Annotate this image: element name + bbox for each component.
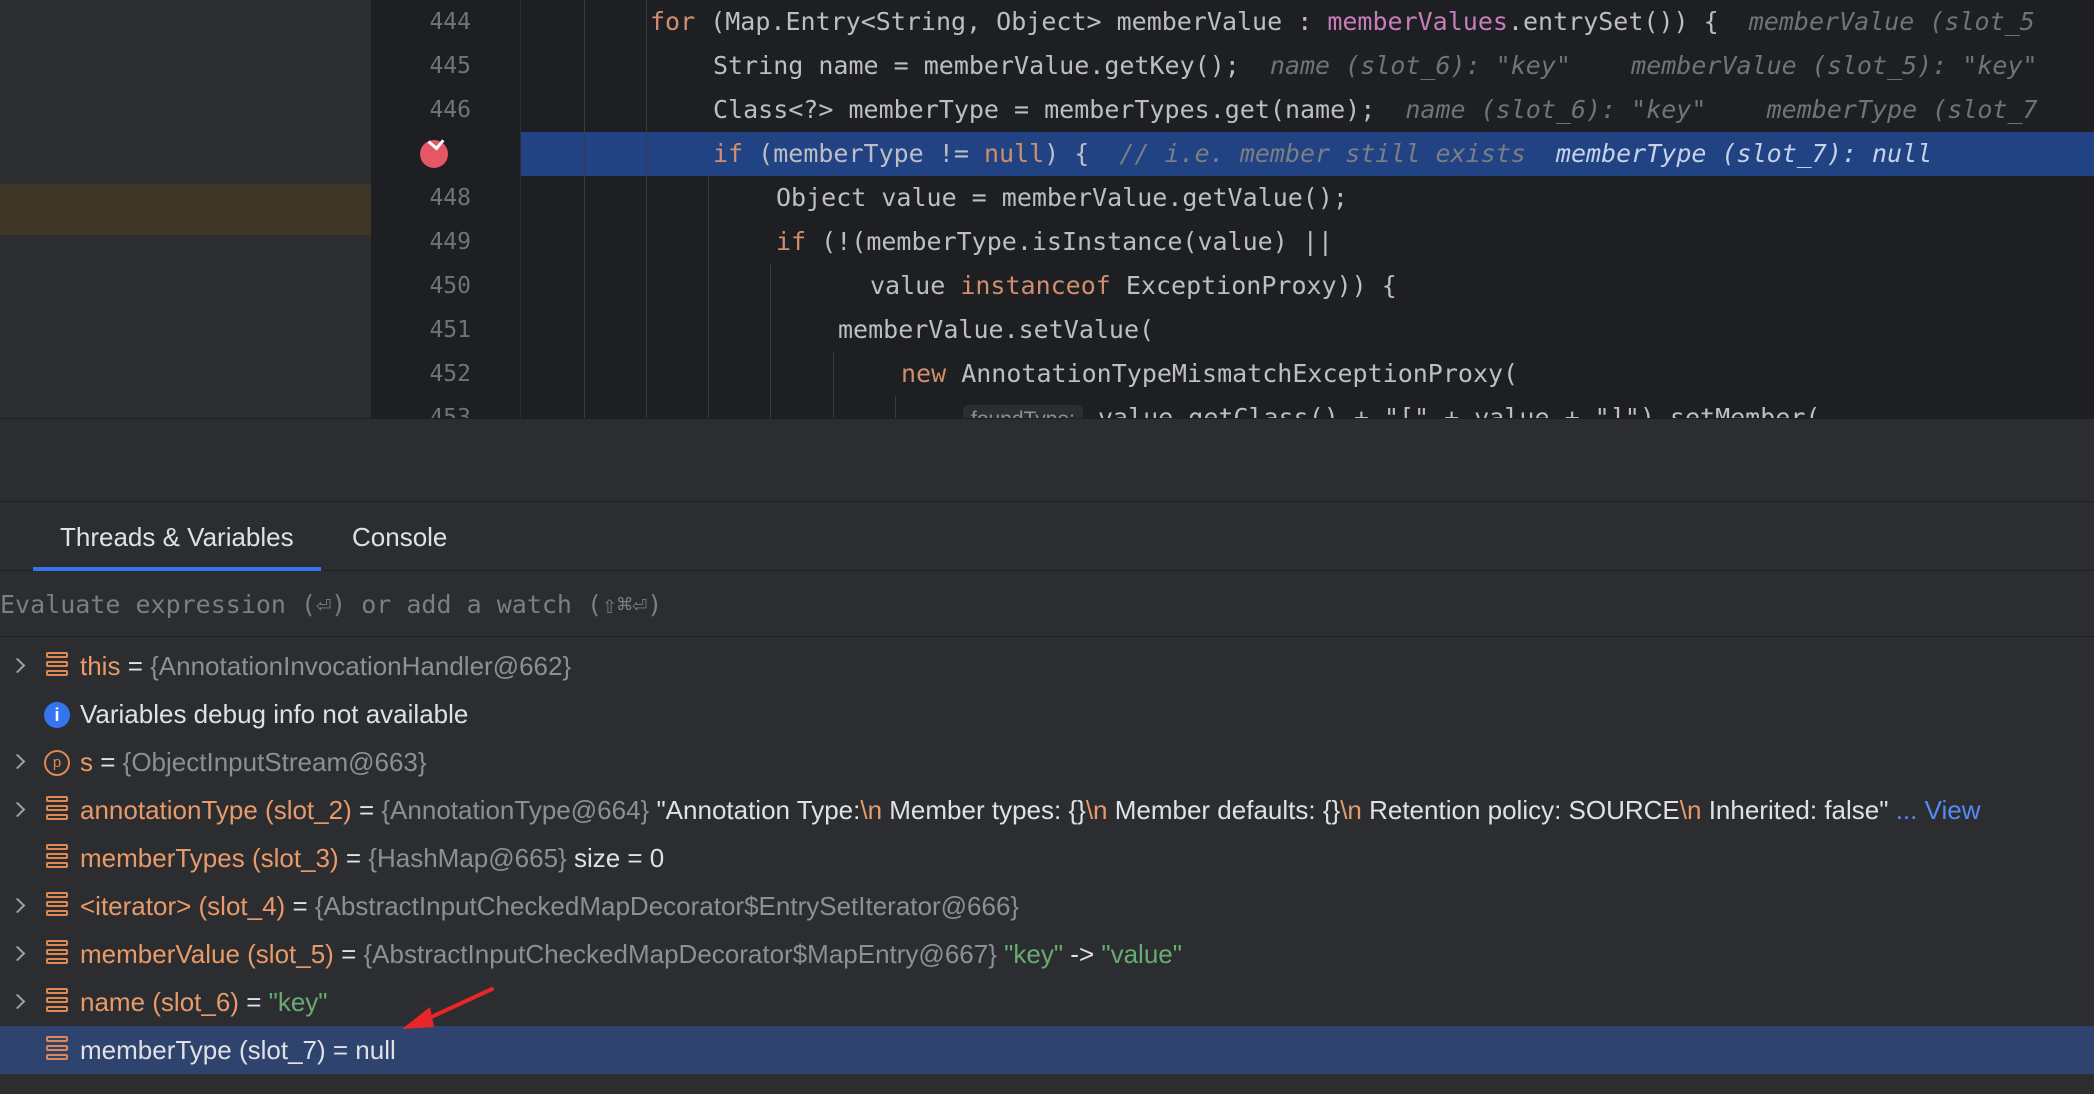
code-text: memberValue.setValue(	[838, 315, 1155, 344]
field-icon	[46, 652, 68, 680]
code-line[interactable]: new AnnotationTypeMismatchExceptionProxy…	[521, 352, 2094, 396]
variable-name: name (slot_6)	[80, 987, 239, 1017]
variable-text: memberType (slot_7) = null	[80, 1026, 396, 1074]
code-text: Object value = memberValue.getValue();	[776, 183, 1348, 212]
code-line[interactable]: memberValue.setValue(	[521, 308, 2094, 352]
code-line[interactable]: value instanceof ExceptionProxy)) {	[521, 264, 2094, 308]
evaluate-expression-input[interactable]	[0, 571, 2094, 637]
inline-debug-value: memberType (slot_7): null	[1555, 139, 1933, 168]
variable-name: s	[80, 747, 93, 777]
parameter-name-hint: foundType:	[963, 405, 1083, 418]
variable-text: s = {ObjectInputStream@663}	[80, 747, 427, 777]
inline-debug-value: memberValue (slot_5	[1748, 7, 2035, 36]
line-number: 451	[429, 317, 471, 343]
line-number: 449	[429, 229, 471, 255]
field-icon	[46, 796, 68, 824]
field-icon	[46, 844, 68, 872]
code-comment: // i.e. member still exists	[1119, 139, 1526, 168]
code-text: new AnnotationTypeMismatchExceptionProxy…	[901, 359, 1519, 388]
line-number: 450	[429, 273, 471, 299]
variable-type: {ObjectInputStream@663}	[122, 747, 427, 777]
code-line[interactable]: String name = memberValue.getKey(); name…	[521, 44, 2094, 88]
variable-name: <iterator> (slot_4)	[80, 891, 286, 921]
variable-name: this	[80, 651, 121, 681]
view-link[interactable]: ... View	[1888, 795, 1981, 825]
variable-name: memberType (slot_7) = null	[80, 1035, 396, 1065]
line-number: 452	[429, 361, 471, 387]
line-number: 446	[429, 97, 471, 123]
variable-name: memberValue (slot_5)	[80, 939, 334, 969]
variable-row[interactable]: <iterator> (slot_4) = {AbstractInputChec…	[0, 882, 2094, 930]
info-icon: i	[44, 702, 70, 728]
variable-row[interactable]: p s = {ObjectInputStream@663}	[0, 738, 2094, 786]
code-text: Class<?> memberType = memberTypes.get(na…	[713, 95, 2038, 124]
line-number: 453	[429, 405, 471, 418]
inline-debug-value: memberType (slot_7	[1766, 95, 2038, 124]
variable-text: this = {AnnotationInvocationHandler@662}	[80, 651, 572, 681]
info-message: Variables debug info not available	[80, 699, 469, 729]
line-number: 444	[429, 9, 471, 35]
variable-type: {AnnotationType@664}	[381, 795, 650, 825]
variable-type: {AbstractInputCheckedMapDecorator$MapEnt…	[363, 939, 997, 969]
chevron-right-icon[interactable]	[8, 930, 28, 978]
code-text: for (Map.Entry<String, Object> memberVal…	[650, 7, 2035, 36]
current-execution-line[interactable]: if (memberType != null) { // i.e. member…	[521, 132, 2094, 176]
code-line[interactable]: if (!(memberType.isInstance(value) ||	[521, 220, 2094, 264]
inline-debug-value: name (slot_6): "key"	[1405, 95, 1707, 124]
parameter-icon: p	[44, 750, 70, 776]
code-line[interactable]: Class<?> memberType = memberTypes.get(na…	[521, 88, 2094, 132]
highlight-band	[0, 184, 371, 235]
chevron-right-icon[interactable]	[8, 738, 28, 786]
code-text: value instanceof ExceptionProxy)) {	[870, 271, 1397, 300]
variable-info-row: i Variables debug info not available	[0, 690, 2094, 738]
line-number: 445	[429, 53, 471, 79]
field-icon	[46, 1036, 68, 1064]
variable-text: annotationType (slot_2) = {AnnotationTyp…	[80, 795, 1981, 825]
variable-text: memberValue (slot_5) = {AbstractInputChe…	[80, 939, 1182, 969]
chevron-right-icon[interactable]	[8, 978, 28, 1026]
variable-row[interactable]: this = {AnnotationInvocationHandler@662}	[0, 642, 2094, 690]
field-icon	[46, 940, 68, 968]
variable-text: memberTypes (slot_3) = {HashMap@665} siz…	[80, 843, 665, 873]
code-line[interactable]: foundType: value.getClass() + "[" + valu…	[521, 396, 2094, 418]
variable-name: memberTypes (slot_3)	[80, 843, 339, 873]
variable-row[interactable]: name (slot_6) = "key"	[0, 978, 2094, 1026]
variable-type: {AbstractInputCheckedMapDecorator$EntryS…	[314, 891, 1020, 921]
variable-row-selected[interactable]: memberType (slot_7) = null	[0, 1026, 2094, 1074]
code-line[interactable]: Object value = memberValue.getValue();	[521, 176, 2094, 220]
breakpoint-icon[interactable]	[420, 133, 448, 168]
tab-threads-variables[interactable]: Threads & Variables	[33, 502, 321, 571]
code-editor[interactable]: 444 445 446 448 449 450 451 452 453 for …	[0, 0, 2094, 418]
chevron-right-icon[interactable]	[8, 642, 28, 690]
inline-debug-value: memberValue (slot_5): "key"	[1631, 51, 2038, 80]
evaluate-expression-bar	[0, 571, 2094, 637]
variable-row[interactable]: memberTypes (slot_3) = {HashMap@665} siz…	[0, 834, 2094, 882]
field-icon	[46, 988, 68, 1016]
code-lines[interactable]: for (Map.Entry<String, Object> memberVal…	[521, 0, 2094, 418]
code-text: if (memberType != null) { // i.e. member…	[713, 139, 1933, 168]
debug-tabs: Threads & Variables Console	[0, 502, 2094, 571]
chevron-right-icon[interactable]	[8, 786, 28, 834]
variable-text: name (slot_6) = "key"	[80, 987, 328, 1017]
project-panel-strip	[0, 0, 371, 418]
variable-row[interactable]: annotationType (slot_2) = {AnnotationTyp…	[0, 786, 2094, 834]
annotation-arrow	[402, 987, 494, 1029]
field-icon	[46, 892, 68, 920]
variable-type: {HashMap@665}	[368, 843, 567, 873]
variable-text: <iterator> (slot_4) = {AbstractInputChec…	[80, 891, 1020, 921]
line-number: 448	[429, 185, 471, 211]
code-text: if (!(memberType.isInstance(value) ||	[776, 227, 1333, 256]
variables-tree[interactable]: this = {AnnotationInvocationHandler@662}…	[0, 637, 2094, 1094]
code-text: String name = memberValue.getKey(); name…	[713, 51, 2038, 80]
debug-toolbar	[0, 418, 2094, 502]
code-line[interactable]: for (Map.Entry<String, Object> memberVal…	[521, 0, 2094, 44]
variable-name: annotationType (slot_2)	[80, 795, 352, 825]
variable-type: {AnnotationInvocationHandler@662}	[150, 651, 572, 681]
chevron-right-icon[interactable]	[8, 882, 28, 930]
tab-console[interactable]: Console	[352, 502, 447, 571]
variable-row[interactable]: memberValue (slot_5) = {AbstractInputChe…	[0, 930, 2094, 978]
inline-debug-value: name (slot_6): "key"	[1269, 51, 1571, 80]
code-text: foundType: value.getClass() + "[" + valu…	[963, 396, 1820, 418]
variable-value: "key"	[268, 987, 328, 1017]
